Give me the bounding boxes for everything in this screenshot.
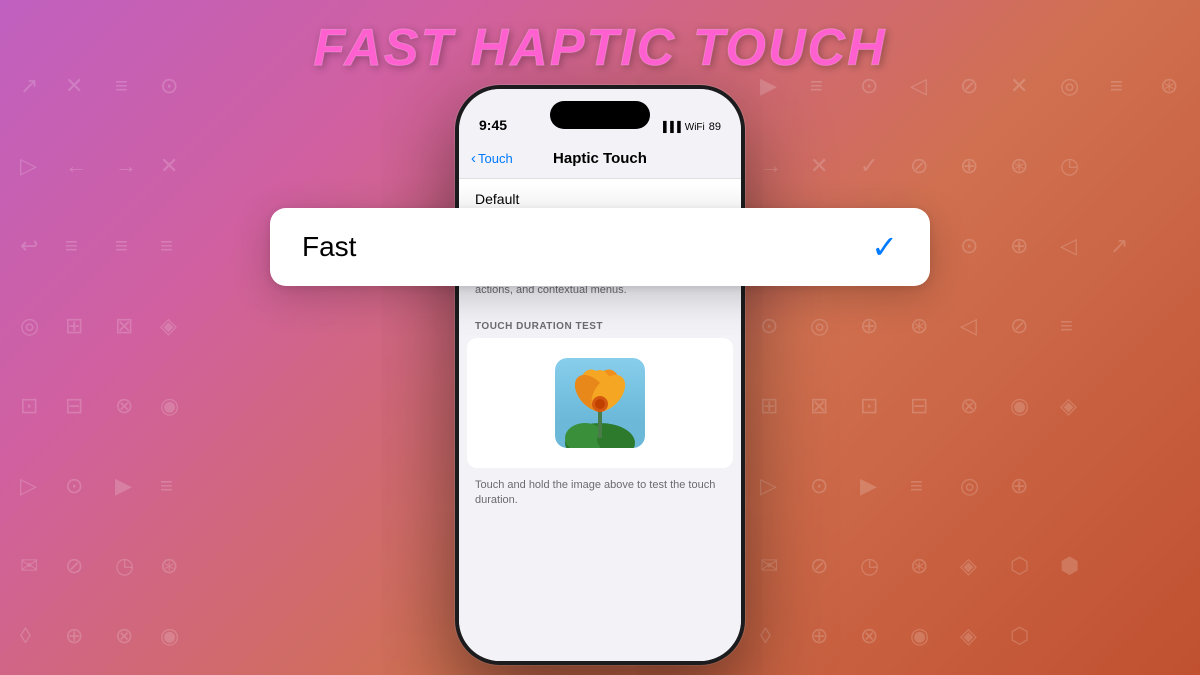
status-icons: ▐▐▐ WiFi 89: [659, 121, 721, 133]
page-title: FAST HAPTIC TOUCH: [313, 18, 886, 78]
section-header: TOUCH DURATION TEST: [459, 311, 741, 338]
flower-image: [555, 358, 645, 448]
back-label: Touch: [478, 151, 513, 166]
phone-mockup: 9:45 ▐▐▐ WiFi 89 ‹ Touch Haptic Touch De…: [455, 85, 745, 665]
nav-title: Haptic Touch: [553, 150, 647, 167]
wifi-icon: WiFi: [685, 122, 705, 133]
back-button[interactable]: ‹ Touch: [471, 150, 513, 167]
fast-label: Fast: [302, 231, 356, 263]
status-time: 9:45: [479, 117, 507, 133]
chevron-left-icon: ‹: [471, 150, 476, 167]
checkmark-icon: ✓: [871, 228, 898, 266]
battery-indicator: 89: [709, 121, 721, 133]
dynamic-island: [550, 101, 650, 129]
touch-test-description: Touch and hold the image above to test t…: [459, 468, 741, 519]
signal-icon: ▐▐▐: [659, 122, 680, 133]
fast-option-card[interactable]: Fast ✓: [270, 208, 930, 286]
battery-level: 89: [709, 121, 721, 133]
navigation-bar: ‹ Touch Haptic Touch: [459, 139, 741, 179]
touch-test-card[interactable]: [467, 338, 733, 468]
phone-screen: 9:45 ▐▐▐ WiFi 89 ‹ Touch Haptic Touch De…: [459, 89, 741, 661]
